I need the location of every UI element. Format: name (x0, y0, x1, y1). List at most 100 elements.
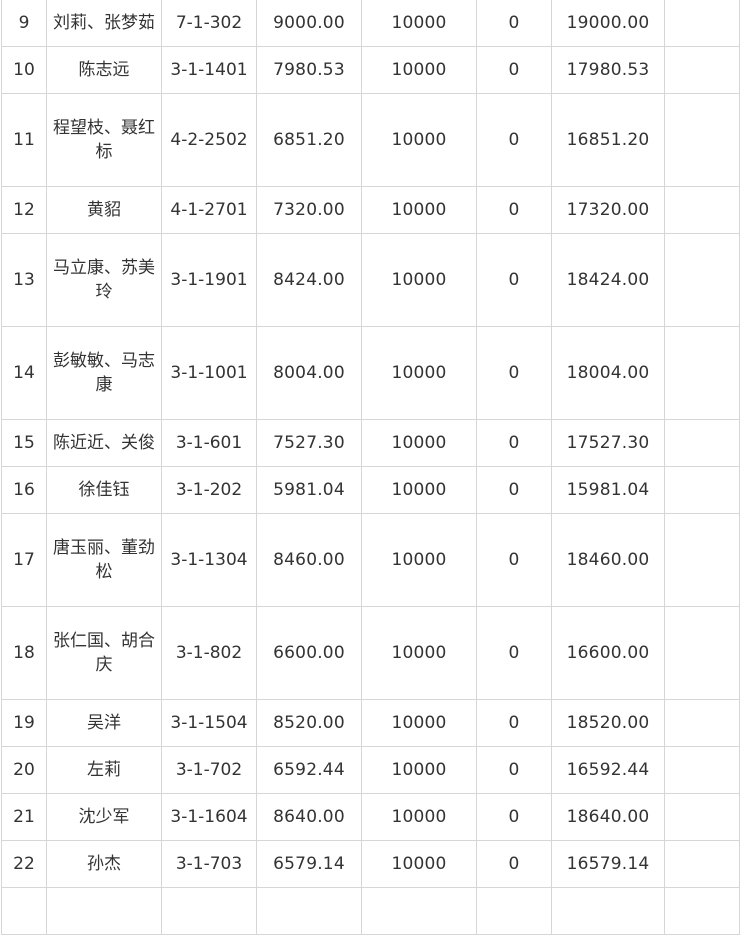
row-index-cell: 16 (1, 466, 47, 514)
row-index-cell: 19 (1, 699, 47, 747)
data-table: 9 刘莉、张梦茹 7-1-302 9000.00 10000 0 19000.0… (1, 0, 740, 935)
base-amount-cell: 10000 (361, 793, 477, 841)
unit-number-cell: 3-1-702 (161, 746, 257, 794)
remark-cell (664, 0, 740, 47)
zero-value-cell (476, 887, 552, 935)
amount-cell: 7527.30 (256, 419, 362, 467)
row-index-cell: 20 (1, 746, 47, 794)
total-cell: 17527.30 (551, 419, 665, 467)
row-index-cell: 13 (1, 233, 47, 327)
amount-cell: 6592.44 (256, 746, 362, 794)
amount-cell: 7980.53 (256, 46, 362, 94)
row-index-cell: 22 (1, 840, 47, 888)
total-cell: 16579.14 (551, 840, 665, 888)
total-cell: 16592.44 (551, 746, 665, 794)
total-cell: 19000.00 (551, 0, 665, 47)
table-row: 19 吴洋 3-1-1504 8520.00 10000 0 18520.00 (1, 699, 740, 747)
table-row: 15 陈近近、关俊 3-1-601 7527.30 10000 0 17527.… (1, 419, 740, 467)
unit-number-cell: 3-1-703 (161, 840, 257, 888)
total-cell: 18460.00 (551, 513, 665, 607)
unit-number-cell: 3-1-1001 (161, 326, 257, 420)
unit-number-cell: 3-1-1604 (161, 793, 257, 841)
remark-cell (664, 606, 740, 700)
base-amount-cell: 10000 (361, 513, 477, 607)
total-cell: 18004.00 (551, 326, 665, 420)
base-amount-cell: 10000 (361, 233, 477, 327)
zero-value-cell: 0 (476, 419, 552, 467)
row-index-cell: 17 (1, 513, 47, 607)
zero-value-cell: 0 (476, 93, 552, 187)
amount-cell: 6600.00 (256, 606, 362, 700)
row-index-cell: 15 (1, 419, 47, 467)
remark-cell (664, 93, 740, 187)
table-row: 22 孙杰 3-1-703 6579.14 10000 0 16579.14 (1, 840, 740, 888)
table-row: 20 左莉 3-1-702 6592.44 10000 0 16592.44 (1, 746, 740, 794)
total-cell: 18520.00 (551, 699, 665, 747)
remark-cell (664, 326, 740, 420)
owner-name-cell: 黄貂 (46, 186, 162, 234)
base-amount-cell: 10000 (361, 46, 477, 94)
total-cell: 17980.53 (551, 46, 665, 94)
remark-cell (664, 746, 740, 794)
owner-name-cell: 唐玉丽、董劲松 (46, 513, 162, 607)
zero-value-cell: 0 (476, 0, 552, 47)
total-cell: 17320.00 (551, 186, 665, 234)
unit-number-cell: 4-1-2701 (161, 186, 257, 234)
owner-name-cell: 徐佳钰 (46, 466, 162, 514)
table-row: 17 唐玉丽、董劲松 3-1-1304 8460.00 10000 0 1846… (1, 513, 740, 607)
unit-number-cell (161, 887, 257, 935)
total-cell: 16851.20 (551, 93, 665, 187)
owner-name-cell: 陈志远 (46, 46, 162, 94)
zero-value-cell: 0 (476, 326, 552, 420)
unit-number-cell: 7-1-302 (161, 0, 257, 47)
zero-value-cell: 0 (476, 233, 552, 327)
remark-cell (664, 233, 740, 327)
zero-value-cell: 0 (476, 466, 552, 514)
remark-cell (664, 186, 740, 234)
base-amount-cell (361, 887, 477, 935)
owner-name-cell: 程望枝、聂红标 (46, 93, 162, 187)
owner-name-cell: 左莉 (46, 746, 162, 794)
table-row: 13 马立康、苏美玲 3-1-1901 8424.00 10000 0 1842… (1, 233, 740, 327)
unit-number-cell: 4-2-2502 (161, 93, 257, 187)
row-index-cell: 10 (1, 46, 47, 94)
total-cell: 16600.00 (551, 606, 665, 700)
owner-name-cell: 张仁国、胡合庆 (46, 606, 162, 700)
zero-value-cell: 0 (476, 186, 552, 234)
amount-cell (256, 887, 362, 935)
table-row: 9 刘莉、张梦茹 7-1-302 9000.00 10000 0 19000.0… (1, 0, 740, 47)
owner-name-cell: 孙杰 (46, 840, 162, 888)
unit-number-cell: 3-1-1401 (161, 46, 257, 94)
amount-cell: 6579.14 (256, 840, 362, 888)
unit-number-cell: 3-1-601 (161, 419, 257, 467)
zero-value-cell: 0 (476, 840, 552, 888)
table-row: 21 沈少军 3-1-1604 8640.00 10000 0 18640.00 (1, 793, 740, 841)
row-index-cell: 14 (1, 326, 47, 420)
zero-value-cell: 0 (476, 746, 552, 794)
owner-name-cell: 马立康、苏美玲 (46, 233, 162, 327)
row-index-cell: 9 (1, 0, 47, 47)
amount-cell: 8520.00 (256, 699, 362, 747)
row-index-cell: 12 (1, 186, 47, 234)
row-index-cell: 11 (1, 93, 47, 187)
unit-number-cell: 3-1-1504 (161, 699, 257, 747)
base-amount-cell: 10000 (361, 0, 477, 47)
amount-cell: 8460.00 (256, 513, 362, 607)
zero-value-cell: 0 (476, 793, 552, 841)
amount-cell: 8640.00 (256, 793, 362, 841)
table-row: 12 黄貂 4-1-2701 7320.00 10000 0 17320.00 (1, 186, 740, 234)
row-index-cell: 18 (1, 606, 47, 700)
total-cell (551, 887, 665, 935)
zero-value-cell: 0 (476, 606, 552, 700)
remark-cell (664, 46, 740, 94)
zero-value-cell: 0 (476, 513, 552, 607)
owner-name-cell: 彭敏敏、马志康 (46, 326, 162, 420)
remark-cell (664, 793, 740, 841)
remark-cell (664, 840, 740, 888)
amount-cell: 5981.04 (256, 466, 362, 514)
remark-cell (664, 419, 740, 467)
row-index-cell: 21 (1, 793, 47, 841)
owner-name-cell: 吴洋 (46, 699, 162, 747)
total-cell: 18424.00 (551, 233, 665, 327)
unit-number-cell: 3-1-1304 (161, 513, 257, 607)
